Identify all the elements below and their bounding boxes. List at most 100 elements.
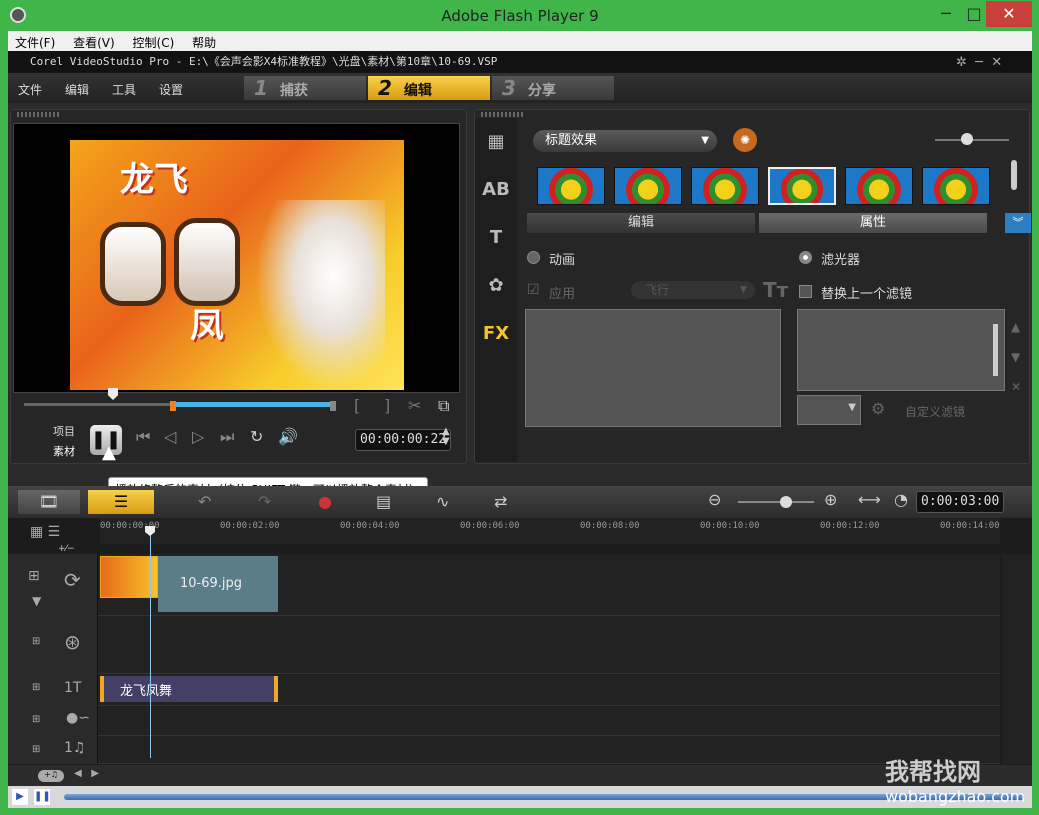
text-style-icon[interactable]: Tт: [763, 278, 788, 302]
time-ruler[interactable]: 00:00:00:00 00:00:02:00 00:00:04:00 00:0…: [100, 518, 1000, 544]
timeline-view-icon[interactable]: ☰: [88, 490, 154, 514]
scissors-icon[interactable]: ✂: [408, 396, 421, 415]
library-sidetabs: ▦ AB T ✿ FX: [475, 118, 517, 462]
next-frame-icon[interactable]: ▷: [192, 427, 204, 446]
effect-category-dropdown[interactable]: 标题效果 ▼: [533, 130, 717, 152]
watermark-url: wobangzhao.com: [885, 787, 1026, 806]
effect-thumb[interactable]: [691, 167, 759, 205]
filter-preset-select[interactable]: ▼: [797, 395, 861, 425]
menu-help[interactable]: 帮助: [185, 31, 223, 51]
timeline-scrollbar[interactable]: [1002, 554, 1032, 764]
step-capture[interactable]: 1 捕获: [244, 76, 366, 100]
app-menu-edit[interactable]: 编辑: [65, 81, 89, 98]
app-menu-file[interactable]: 文件: [18, 81, 42, 98]
trim-range[interactable]: [174, 402, 330, 407]
track-lock-icon[interactable]: ⊞: [32, 744, 40, 755]
library-scrollbar[interactable]: [1011, 160, 1017, 190]
track-lock-icon[interactable]: ⊞: [32, 682, 40, 693]
panel-grip[interactable]: [481, 112, 525, 117]
trim-start-handle[interactable]: [170, 401, 176, 411]
mix-icon[interactable]: ▤: [376, 492, 391, 511]
home-icon[interactable]: ⏮: [136, 427, 150, 447]
graphic-tab-icon[interactable]: ✿: [475, 262, 517, 310]
zoom-handle[interactable]: [780, 496, 792, 508]
close-button[interactable]: ✕: [986, 1, 1032, 27]
prev-frame-icon[interactable]: ◁: [164, 427, 176, 446]
animation-radio[interactable]: [527, 251, 540, 264]
transition-tab-icon[interactable]: AB: [475, 166, 517, 214]
storyboard-view-icon[interactable]: 🎞: [18, 490, 80, 514]
record-icon[interactable]: ●: [318, 492, 332, 511]
timeline-toolbar: 🎞 ☰ ↶ ↷ ● ▤ ∿ ⇄ ⊖ ⊕ ⟷ ◔ 0:00:03:00: [8, 486, 1032, 518]
filter-radio[interactable]: [799, 251, 812, 264]
effect-thumb[interactable]: [614, 167, 682, 205]
volume-icon[interactable]: 🔊: [278, 427, 298, 446]
timeline-playhead[interactable]: [150, 528, 151, 758]
menu-control[interactable]: 控制(C): [126, 31, 182, 51]
repeat-icon[interactable]: ↻: [250, 427, 263, 446]
undo-icon[interactable]: ↶: [198, 492, 211, 511]
flash-play-button[interactable]: ▶: [12, 789, 28, 805]
batch-convert-icon[interactable]: ⇄: [494, 492, 507, 511]
end-icon[interactable]: ⏭: [220, 427, 234, 447]
replace-filter-label: 替换上一个滤镜: [821, 287, 913, 302]
thumb-size-handle[interactable]: [961, 133, 973, 145]
track-lock-icon[interactable]: ⊞: [32, 636, 40, 647]
scroll-arrows[interactable]: ◀ ▶: [74, 768, 99, 779]
replace-filter-checkbox[interactable]: [799, 285, 812, 298]
app-menu-tools[interactable]: 工具: [112, 81, 136, 98]
filter-order-controls[interactable]: ▲ ▼ ✕: [1011, 312, 1021, 402]
track-manager-icon[interactable]: ▦ ☰: [30, 524, 60, 540]
window-title: Adobe Flash Player 9: [441, 7, 599, 25]
menu-file[interactable]: 文件(F): [8, 31, 62, 51]
menu-view[interactable]: 查看(V): [66, 31, 122, 51]
ruler-tick: 00:00:04:00: [340, 521, 400, 531]
timecode-stepper[interactable]: ▲ ▼: [442, 427, 450, 447]
photo-clip[interactable]: 10-69.jpg: [158, 556, 278, 612]
expand-track-icon[interactable]: ▼: [32, 594, 41, 608]
zoom-ops[interactable]: +⁄−: [58, 544, 75, 554]
zoom-slider[interactable]: [738, 501, 814, 503]
title-clip[interactable]: 龙飞凤舞: [100, 676, 278, 702]
step-share[interactable]: 3 分享: [492, 76, 614, 100]
title-tab-icon[interactable]: T: [475, 214, 517, 262]
redo-icon[interactable]: ↷: [258, 492, 271, 511]
preview-timecode[interactable]: 00:00:00:22: [355, 429, 452, 451]
enlarge-icon[interactable]: ⧉: [438, 396, 449, 416]
add-track-button[interactable]: +♫: [38, 770, 64, 782]
flash-progress-bar[interactable]: [64, 794, 1024, 800]
app-window-controls[interactable]: ✲ ─ ✕: [956, 55, 1002, 70]
custom-filter-label[interactable]: 自定义滤镜: [905, 403, 965, 420]
effect-thumb[interactable]: [537, 167, 605, 205]
effect-thumb[interactable]: [922, 167, 990, 205]
filter-list-scrollbar[interactable]: [993, 324, 998, 376]
video-track: ⊞ ⟳ ▼ 10-69.jpg: [8, 554, 1000, 616]
filter-list-box[interactable]: [797, 309, 1005, 391]
track-lock-icon[interactable]: ⊞: [32, 714, 40, 725]
mark-in-icon[interactable]: [: [354, 396, 360, 415]
effect-thumb-selected[interactable]: [768, 167, 836, 205]
effect-thumb[interactable]: [845, 167, 913, 205]
animation-select[interactable]: 飞行 ▼: [631, 281, 755, 299]
fx-tab-icon[interactable]: FX: [475, 310, 517, 358]
flash-pause-button[interactable]: ❚❚: [34, 789, 51, 805]
apply-checkbox[interactable]: ☑: [527, 282, 540, 298]
custom-filter-icon[interactable]: ⚙: [871, 399, 885, 418]
library-options-icon[interactable]: ✺: [733, 128, 757, 152]
collapse-options-icon[interactable]: ︾: [1005, 213, 1031, 233]
zoom-out-icon[interactable]: ⊖: [708, 490, 721, 509]
track-lock-icon[interactable]: ⊞: [28, 568, 40, 584]
step-edit[interactable]: 2 编辑: [368, 76, 490, 100]
audio-wave-icon[interactable]: ∿: [436, 492, 449, 511]
mark-out-icon[interactable]: ]: [384, 396, 390, 415]
tab-edit[interactable]: 编辑: [527, 213, 755, 233]
mode-clip[interactable]: 素材: [53, 443, 75, 459]
tab-attributes[interactable]: 属性: [759, 213, 987, 233]
mode-project[interactable]: 项目: [53, 423, 75, 439]
fit-project-icon[interactable]: ⟷: [858, 490, 881, 509]
panel-grip[interactable]: [17, 112, 61, 117]
app-menu-settings[interactable]: 设置: [159, 81, 183, 98]
trim-end-handle[interactable]: [330, 401, 336, 411]
media-tab-icon[interactable]: ▦: [475, 118, 517, 166]
zoom-in-icon[interactable]: ⊕: [824, 490, 837, 509]
